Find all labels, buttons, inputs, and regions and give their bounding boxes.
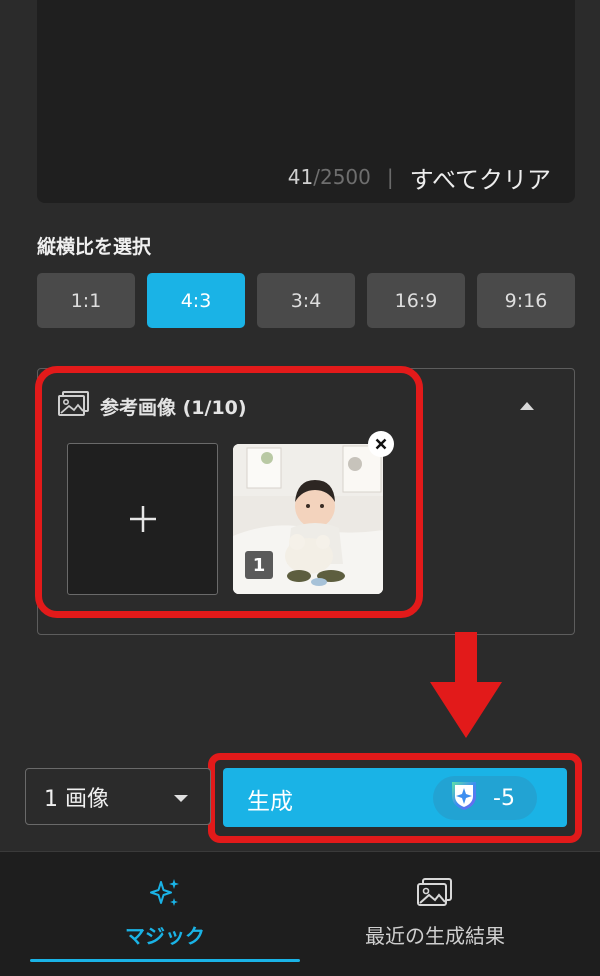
tab-magic-label: マジック <box>125 924 205 948</box>
char-count: 41 <box>287 165 314 189</box>
credit-cost-value: -5 <box>493 785 515 811</box>
app-root: 41 /2500 | すべてクリア 縦横比を選択 1:1 4:3 3:4 16:… <box>0 0 600 976</box>
collapse-caret-icon[interactable] <box>520 402 534 410</box>
reference-highlight-box <box>35 366 423 618</box>
generate-label: 生成 <box>247 789 293 815</box>
chevron-down-icon <box>174 795 188 802</box>
active-tab-indicator <box>30 959 300 962</box>
prompt-counter-row: 41 /2500 | すべてクリア <box>288 160 551 194</box>
aspect-ratio-title: 縦横比を選択 <box>37 236 152 258</box>
aspect-ratio-options: 1:1 4:3 3:4 16:9 9:16 <box>37 273 575 328</box>
generate-button[interactable]: 生成 -5 <box>223 768 567 827</box>
aspect-option-9-16[interactable]: 9:16 <box>477 273 575 328</box>
char-max: /2500 <box>313 165 371 189</box>
aspect-option-16-9[interactable]: 16:9 <box>367 273 465 328</box>
image-count-value: 1 画像 <box>44 786 109 812</box>
prompt-textarea[interactable]: 41 /2500 | すべてクリア <box>37 0 575 203</box>
image-count-select[interactable]: 1 画像 <box>25 768 211 825</box>
sparkle-icon <box>148 876 182 910</box>
aspect-option-3-4[interactable]: 3:4 <box>257 273 355 328</box>
aspect-option-1-1[interactable]: 1:1 <box>37 273 135 328</box>
clear-all-button[interactable]: すべてクリア <box>410 160 551 195</box>
tab-recent-label: 最近の生成結果 <box>365 924 505 948</box>
counter-separator: | <box>386 165 394 189</box>
credit-shield-icon <box>449 779 479 817</box>
aspect-option-4-3[interactable]: 4:3 <box>147 273 245 328</box>
credit-cost: -5 <box>433 776 537 820</box>
bottom-tab-bar: マジック 最近の生成結果 <box>0 851 600 976</box>
tab-recent-results[interactable]: 最近の生成結果 <box>285 852 585 976</box>
tab-magic[interactable]: マジック <box>15 852 315 976</box>
gallery-icon <box>417 876 453 910</box>
down-arrow-annotation <box>430 632 502 738</box>
